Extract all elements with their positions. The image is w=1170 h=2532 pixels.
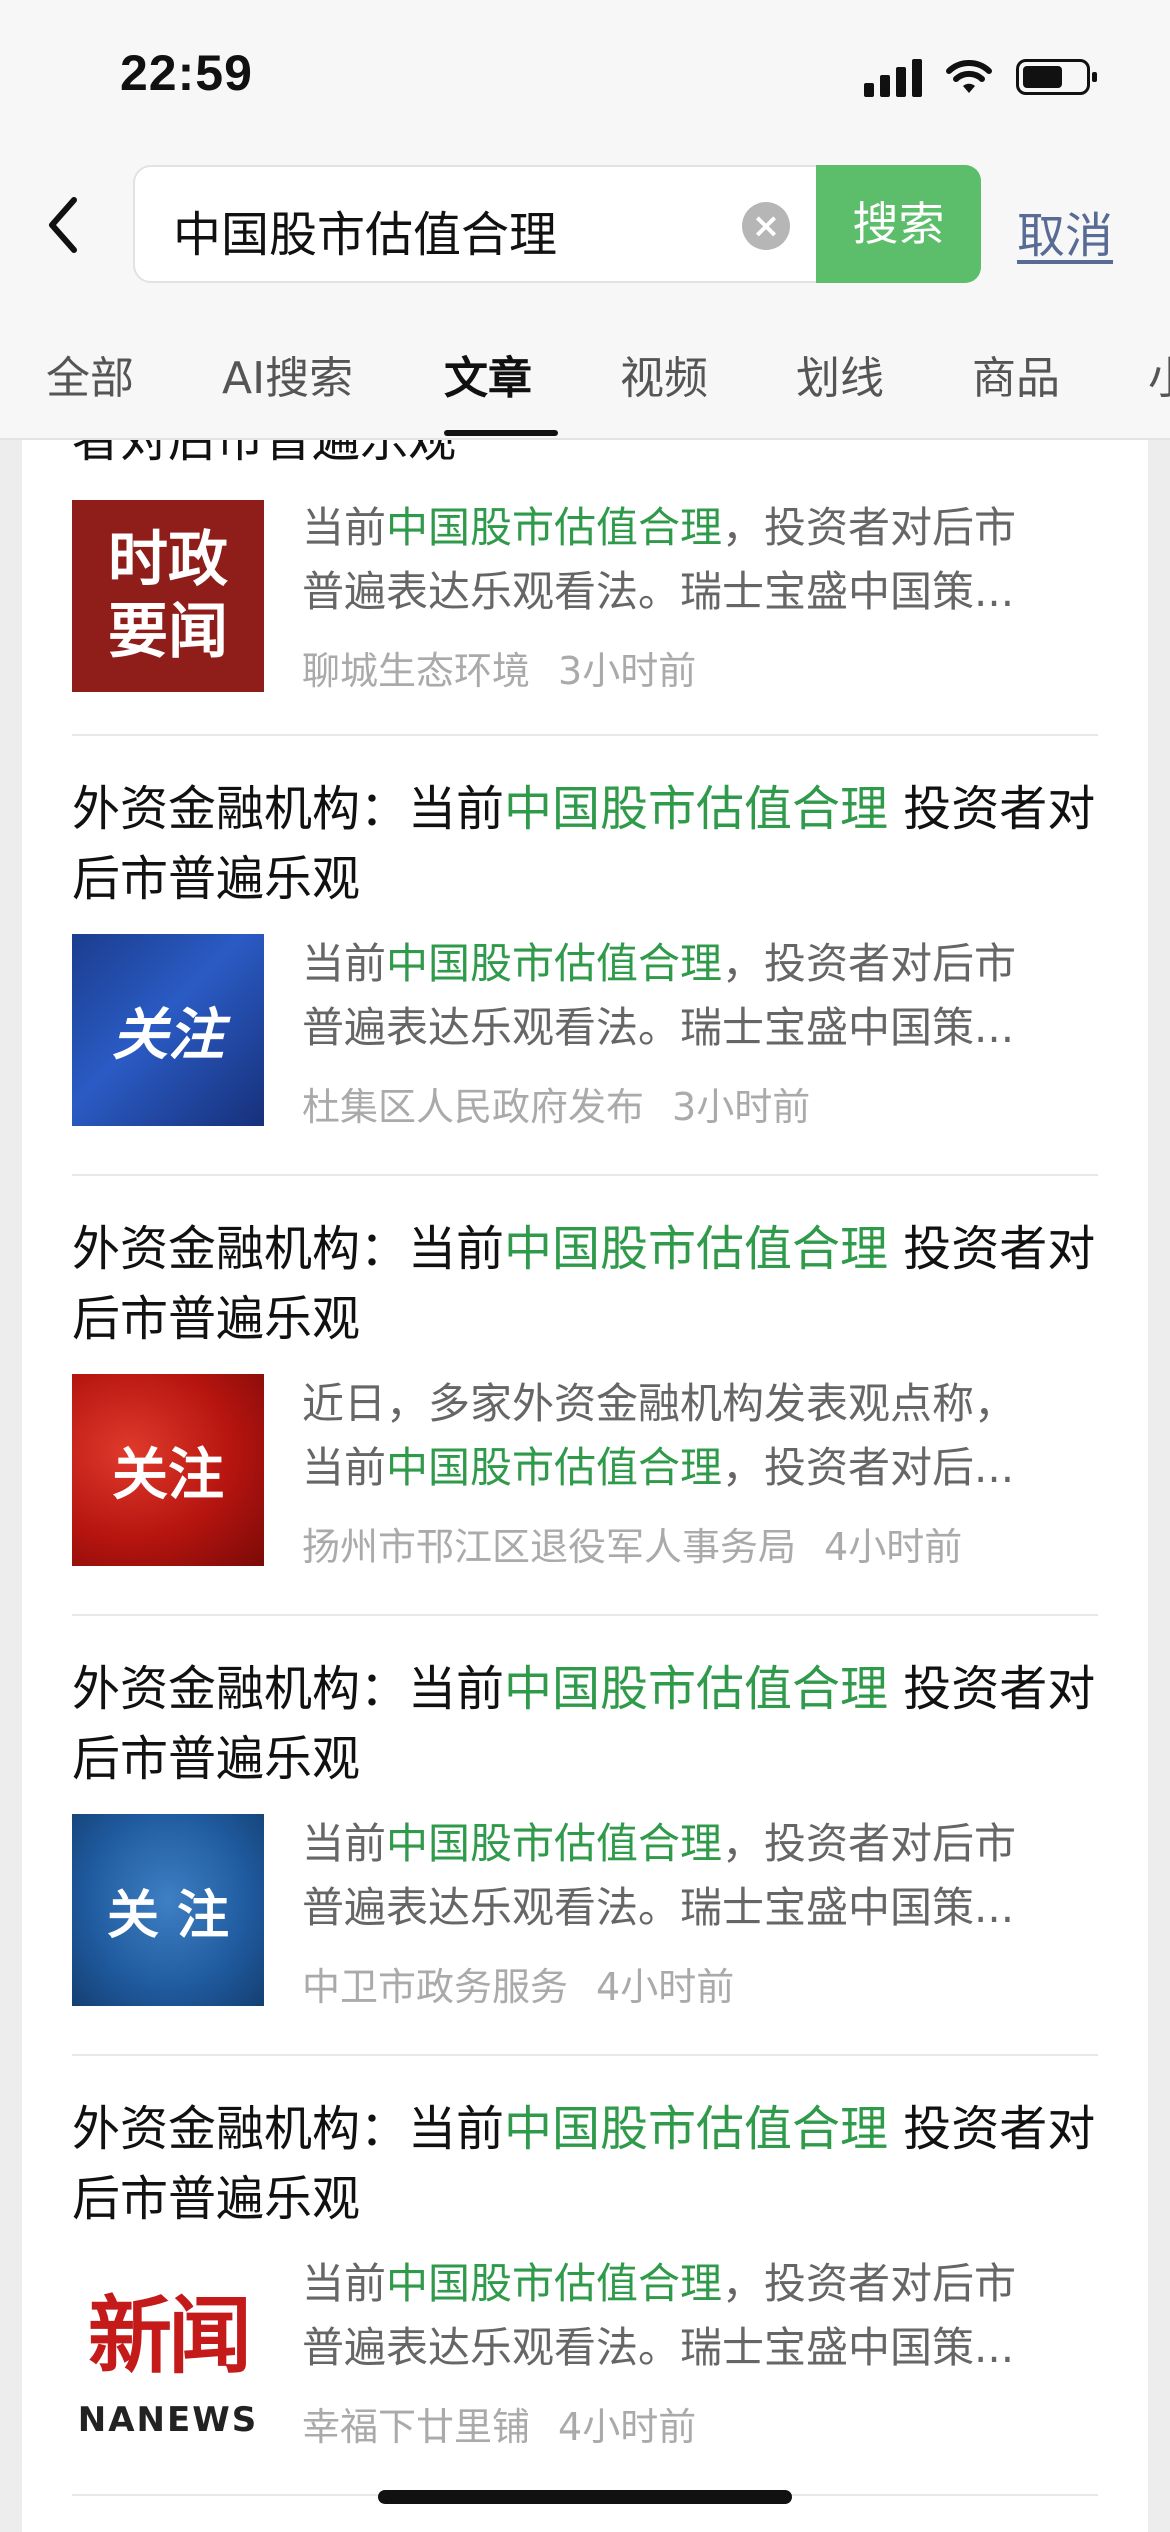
article-meta: 杜集区人民政府发布 3小时前 (302, 1076, 810, 1131)
thumbnail-text: 关注 (112, 1002, 224, 1068)
snippet-text: 普遍表达乐观看法。瑞士宝盛中国策... (302, 567, 1015, 616)
article-title[interactable]: 外资金融机构：当前中国股市估值合理 投资者对后市普遍乐观 (72, 1654, 1112, 1794)
divider (72, 1174, 1098, 1176)
article-meta: 幸福下廿里铺 4小时前 (302, 2396, 696, 2451)
divider (72, 734, 1098, 736)
article-source[interactable]: 中卫市政务服务 (302, 1965, 568, 2009)
article-time: 4小时前 (558, 2405, 697, 2449)
thumbnail-text: 关注 (112, 1441, 224, 1508)
article-thumbnail[interactable]: 关 注 (72, 1814, 264, 2006)
search-button[interactable]: 搜索 (816, 165, 981, 283)
article-title[interactable]: 外资金融机构：当前中国股市估值合理 投资者对后市普遍乐观 (72, 774, 1112, 914)
home-indicator[interactable] (378, 2490, 792, 2504)
clear-icon[interactable]: × (742, 202, 790, 250)
tab-articles[interactable]: 文章 (444, 342, 532, 406)
tab-more[interactable]: 小 (1148, 342, 1170, 406)
back-arrow-icon[interactable] (40, 190, 90, 260)
thumbnail-text: 新闻 (87, 2285, 252, 2385)
wifi-icon (946, 60, 992, 93)
cellular-signal-icon (864, 57, 922, 97)
search-query-text[interactable]: 中国股市估值合理 (173, 195, 557, 265)
divider (72, 2054, 1098, 2056)
article-snippet: 当前中国股市估值合理，投资者对后市 普遍表达乐观看法。瑞士宝盛中国策... (302, 1819, 1017, 1932)
tab-ai-search[interactable]: AI搜索 (222, 342, 353, 406)
article-thumbnail[interactable]: 关注 (72, 1374, 264, 1566)
article-snippet: 当前中国股市估值合理，投资者对后市 普遍表达乐观看法。瑞士宝盛中国策... (302, 939, 1017, 1052)
article-time: 3小时前 (558, 649, 697, 693)
article-time: 3小时前 (672, 1085, 811, 1129)
status-bar: 22:59 (0, 0, 1170, 150)
thumbnail-text: 时政 (108, 525, 228, 595)
article-meta: 聊城生态环境 3小时前 (302, 640, 696, 695)
divider (72, 1614, 1098, 1616)
thumbnail-text: 关 注 (106, 1885, 230, 1946)
thumbnail-subtext: NANEWS (77, 2400, 259, 2440)
snippet-highlight: 中国股市估值合理 (386, 503, 723, 552)
article-thumbnail[interactable]: 关注 (72, 934, 264, 1126)
article-snippet: 近日，多家外资金融机构发表观点称， 当前中国股市估值合理，投资者对后... (302, 1379, 1017, 1492)
article-title[interactable]: 外资金融机构：当前中国股市估值合理 投资者对后市普遍乐观 (72, 2094, 1112, 2234)
article-title-partial[interactable]: 者对后市普遍乐观 (72, 440, 456, 470)
article-meta: 扬州市邗江区退役军人事务局 4小时前 (302, 1516, 962, 1571)
active-tab-indicator (444, 430, 558, 436)
article-meta: 中卫市政务服务 4小时前 (302, 1956, 734, 2011)
article-snippet: 当前中国股市估值合理，投资者对后市 普遍表达乐观看法。瑞士宝盛中国策... (302, 496, 1102, 624)
battery-icon (1016, 59, 1097, 95)
tab-all[interactable]: 全部 (46, 342, 134, 406)
article-source[interactable]: 扬州市邗江区退役军人事务局 (302, 1525, 796, 1569)
article-time: 4小时前 (596, 1965, 735, 2009)
article-thumbnail[interactable]: 新闻 NANEWS (72, 2254, 264, 2446)
result-tabs: 全部 AI搜索 文章 视频 划线 商品 小 (0, 290, 1170, 440)
snippet-text: ，投资者对后市 (722, 503, 1017, 552)
article-source[interactable]: 幸福下廿里铺 (302, 2405, 530, 2449)
tab-highlights[interactable]: 划线 (796, 342, 884, 406)
article-results-list: 者对后市普遍乐观 时政 要闻 当前中国股市估值合理，投资者对后市 普遍表达乐观看… (22, 440, 1148, 2532)
tab-videos[interactable]: 视频 (620, 342, 708, 406)
article-source[interactable]: 聊城生态环境 (302, 649, 530, 693)
status-time: 22:59 (120, 45, 253, 101)
thumbnail-text: 要闻 (108, 597, 228, 667)
article-source[interactable]: 杜集区人民政府发布 (302, 1085, 644, 1129)
tab-products[interactable]: 商品 (972, 342, 1060, 406)
status-icons (864, 52, 1097, 102)
cancel-button[interactable]: 取消 (1017, 196, 1113, 266)
article-title[interactable]: 外资金融机构：当前中国股市估值合理 投资者对后市普遍乐观 (72, 1214, 1112, 1354)
article-thumbnail[interactable]: 时政 要闻 (72, 500, 264, 692)
article-snippet: 当前中国股市估值合理，投资者对后市 普遍表达乐观看法。瑞士宝盛中国策... (302, 2259, 1017, 2372)
snippet-text: 当前 (302, 503, 387, 552)
article-time: 4小时前 (824, 1525, 963, 1569)
